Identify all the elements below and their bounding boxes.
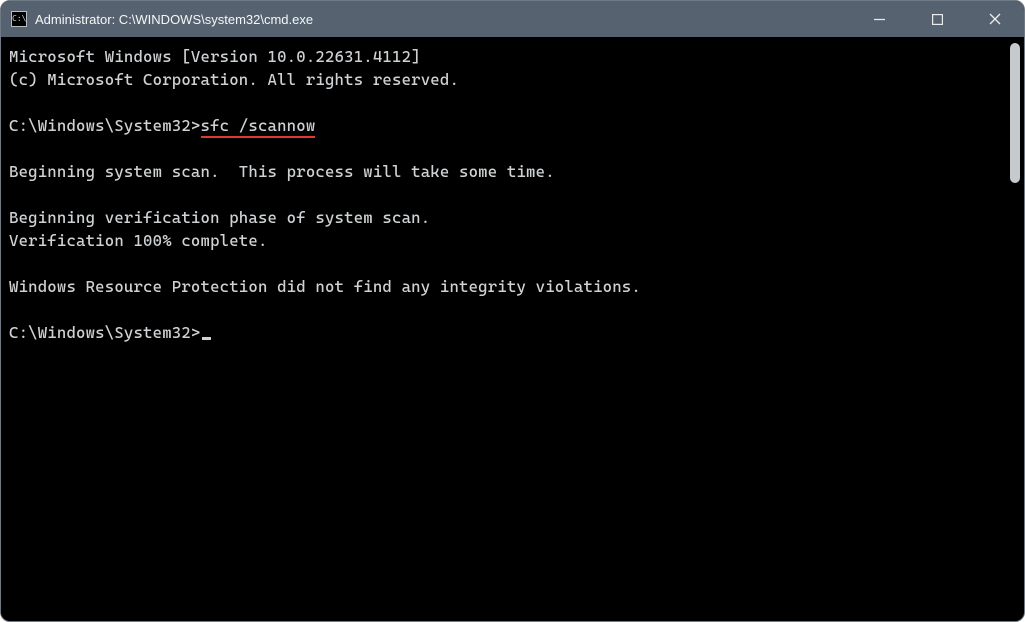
line-verify-complete: Verification 100% complete.	[9, 231, 268, 250]
prompt-2: C:\Windows\System32>	[9, 323, 201, 342]
close-button[interactable]	[966, 1, 1024, 37]
prompt-1: C:\Windows\System32>	[9, 116, 201, 135]
line-result: Windows Resource Protection did not find…	[9, 277, 641, 296]
line-copyright: (c) Microsoft Corporation. All rights re…	[9, 70, 459, 89]
close-icon	[989, 13, 1001, 25]
scrollbar-thumb[interactable]	[1010, 43, 1020, 183]
terminal-area[interactable]: Microsoft Windows [Version 10.0.22631.41…	[1, 37, 1024, 621]
line-begin-scan: Beginning system scan. This process will…	[9, 162, 555, 181]
minimize-icon	[874, 14, 885, 25]
text-cursor	[202, 337, 211, 340]
command-sfc-scannow: sfc /scannow	[201, 116, 316, 138]
maximize-button[interactable]	[908, 1, 966, 37]
maximize-icon	[932, 14, 943, 25]
cmd-window: C:\ Administrator: C:\WINDOWS\system32\c…	[0, 0, 1025, 622]
window-title: Administrator: C:\WINDOWS\system32\cmd.e…	[35, 12, 313, 27]
line-version: Microsoft Windows [Version 10.0.22631.41…	[9, 47, 421, 66]
terminal-output: Microsoft Windows [Version 10.0.22631.41…	[1, 37, 1024, 344]
minimize-button[interactable]	[850, 1, 908, 37]
line-verify-phase: Beginning verification phase of system s…	[9, 208, 430, 227]
titlebar[interactable]: C:\ Administrator: C:\WINDOWS\system32\c…	[1, 1, 1024, 37]
cmd-app-icon: C:\	[11, 11, 27, 27]
